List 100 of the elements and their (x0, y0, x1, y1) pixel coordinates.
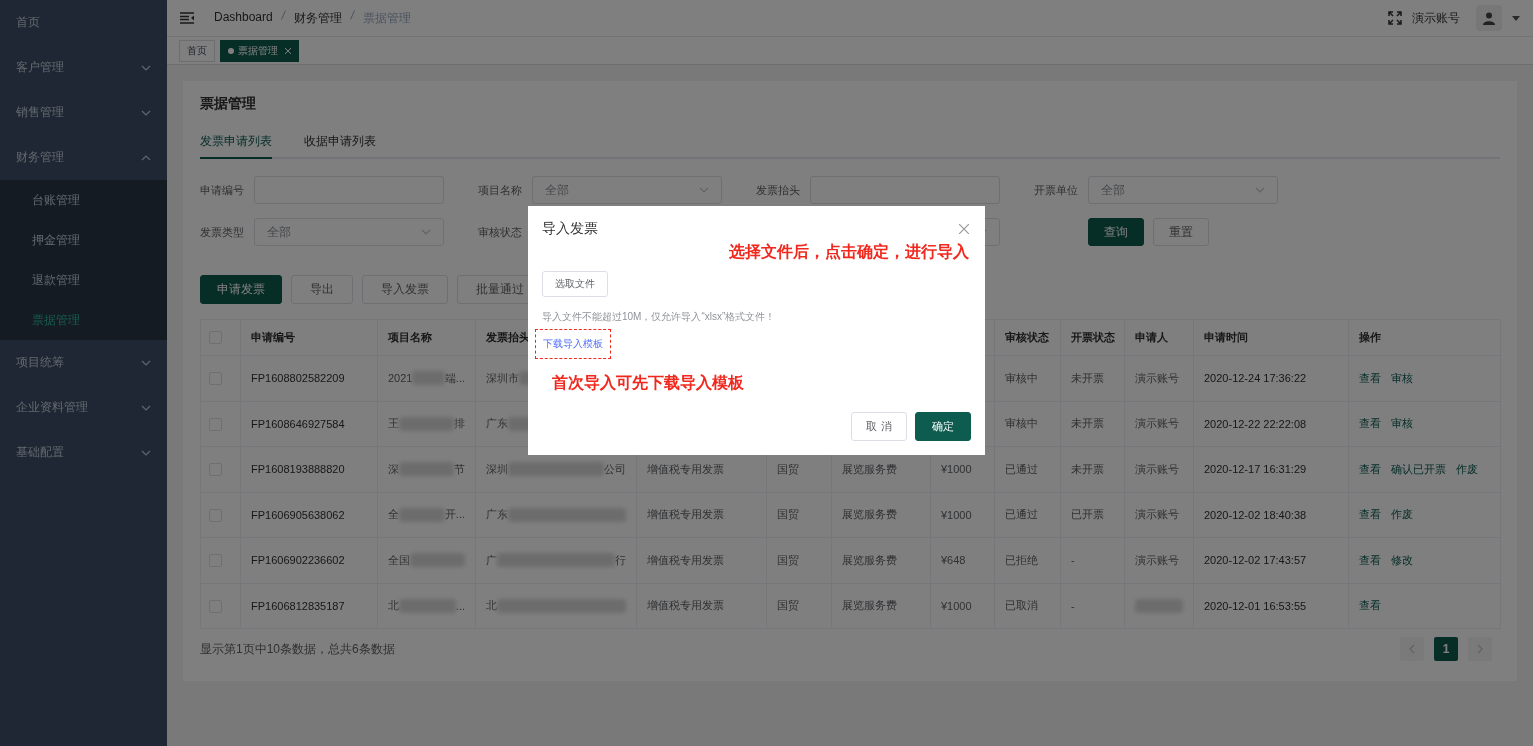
table-cell: 已取消 (1005, 599, 1038, 612)
table-cell: 2020-12-17 16:31:29 (1204, 463, 1307, 476)
filter-button[interactable]: 重置 (1153, 218, 1209, 246)
chevron-icon (421, 229, 431, 235)
table-cell: 已通过 (1005, 462, 1038, 475)
sidebar-item[interactable]: 销售管理 (0, 90, 167, 135)
download-template-link[interactable]: 下载导入模板 (535, 329, 611, 359)
row-action-link[interactable]: 查看 (1359, 507, 1381, 523)
tab[interactable]: 收据申请列表 (304, 133, 376, 159)
table-cell: 已通过 (1005, 508, 1038, 521)
avatar-icon[interactable] (1476, 5, 1502, 31)
table-cell: 国贸 (777, 553, 799, 566)
table-cell: 演示账号 (1135, 370, 1179, 386)
table-cell: 增值税专用发票 (647, 462, 724, 475)
page-tab[interactable]: 票据管理 (220, 39, 299, 62)
table-cell: 全国 (388, 552, 410, 568)
tab[interactable]: 发票申请列表 (200, 133, 272, 159)
row-action-link[interactable]: 查看 (1359, 461, 1381, 477)
previous-page-button[interactable] (1400, 637, 1424, 661)
dialog-button[interactable]: 确定 (915, 412, 971, 441)
row-action-link[interactable]: 作废 (1456, 461, 1478, 477)
table-cell: 深 (388, 461, 399, 477)
table-cell: 北 (486, 598, 497, 614)
table-cell: 增值税专用发票 (647, 508, 724, 521)
sidebar-item[interactable]: 项目统筹 (0, 340, 167, 385)
table-cell: FP1606812835187 (251, 599, 345, 612)
table-cell: 广 (486, 552, 497, 568)
table-cell: 未开票 (1071, 417, 1104, 430)
page-number-button[interactable]: 1 (1434, 637, 1458, 661)
action-button[interactable]: 导出 (291, 275, 353, 304)
caret-icon[interactable] (1512, 15, 1520, 21)
table-cell: 已开票 (1071, 508, 1104, 521)
row-action-link[interactable]: 作废 (1391, 507, 1413, 523)
upload-hint: 导入文件不能超过10M，仅允许导入“xlsx”格式文件！ (542, 310, 777, 324)
sidebar-item[interactable]: 财务管理 (0, 135, 167, 180)
table-cell: 深圳 (486, 461, 508, 477)
table-cell: 展览服务费 (842, 553, 897, 566)
row-action-link[interactable]: 审核 (1391, 370, 1413, 386)
table-cell: 增值税专用发票 (647, 599, 724, 612)
annotation-text: 首次导入可先下载导入模板 (552, 373, 745, 393)
table-cell: FP1608802582209 (251, 372, 345, 385)
choose-file-button[interactable]: 选取文件 (542, 271, 608, 297)
column-header: 开票状态 (1071, 331, 1115, 343)
page-tab[interactable]: 首页 (179, 39, 215, 62)
fullscreen-icon[interactable] (1388, 11, 1402, 25)
column-header: 申请时间 (1204, 331, 1248, 343)
table-cell: 国贸 (777, 599, 799, 612)
table-cell: 北 (388, 598, 399, 614)
sidebar-item[interactable]: 客户管理 (0, 45, 167, 90)
table-cell: 公司 (604, 461, 626, 477)
chevron-left-icon (1409, 644, 1415, 654)
table-cell: 展览服务费 (842, 462, 897, 475)
table-cell: 开... (444, 507, 465, 523)
row-action-link[interactable]: 查看 (1359, 552, 1381, 568)
filter-label: 项目名称 (478, 182, 523, 198)
filter-label: 发票抬头 (756, 182, 801, 198)
table-cell: 广东 (486, 416, 508, 432)
row-action-link[interactable]: 查看 (1359, 416, 1381, 432)
table-cell: 审核中 (1005, 417, 1038, 430)
submenu-item[interactable]: 台账管理 (0, 180, 167, 220)
table-cell: 2020-12-22 22:22:08 (1204, 417, 1307, 430)
breadcrumb-link[interactable]: Dashboard (214, 9, 273, 27)
table-cell: 国贸 (777, 462, 799, 475)
table-cell: 演示账号 (1135, 461, 1179, 477)
breadcrumb-link[interactable]: 财务管理 (293, 9, 342, 27)
filter-button[interactable]: 查询 (1088, 218, 1144, 246)
sidebar-item[interactable]: 企业资料管理 (0, 385, 167, 430)
filter-label: 审核状态 (478, 224, 523, 240)
submenu-item[interactable]: 押金管理 (0, 220, 167, 260)
submenu-item[interactable]: 退款管理 (0, 260, 167, 300)
table-cell: 2020-12-02 17:43:57 (1204, 554, 1307, 567)
table-cell: 展览服务费 (842, 508, 897, 521)
table-cell: 2021 (388, 372, 413, 385)
table-cell: 深圳市 (486, 370, 519, 386)
action-button[interactable]: 申请发票 (200, 275, 282, 304)
action-button[interactable]: 导入发票 (362, 275, 448, 304)
table-cell: ... (455, 599, 465, 612)
close-icon[interactable] (959, 224, 969, 234)
sidebar-item[interactable]: 首页 (0, 0, 167, 45)
filter-label: 发票类型 (200, 224, 245, 240)
row-action-link[interactable]: 查看 (1359, 598, 1381, 614)
column-header: 审核状态 (1005, 331, 1049, 343)
dialog-button[interactable]: 取 消 (851, 412, 907, 441)
row-action-link[interactable]: 确认已开票 (1391, 461, 1446, 477)
row-action-link[interactable]: 审核 (1391, 416, 1413, 432)
user-name[interactable]: 演示账号 (1412, 9, 1460, 27)
filter-label: 开票单位 (1034, 182, 1079, 198)
row-action-link[interactable]: 修改 (1391, 552, 1413, 568)
breadcrumb-separator-icon (349, 9, 355, 20)
table-cell: 2020-12-02 18:40:38 (1204, 508, 1307, 521)
row-action-link[interactable]: 查看 (1359, 370, 1381, 386)
table-cell: 演示账号 (1135, 552, 1179, 568)
table-cell: 广东 (486, 507, 508, 523)
menu-icon[interactable] (180, 12, 194, 24)
table-cell: 已拒绝 (1005, 553, 1038, 566)
table-cell: FP1606902236602 (251, 554, 345, 567)
table-cell: FP1606905638062 (251, 508, 345, 521)
table-cell: - (1071, 599, 1075, 612)
next-page-button[interactable] (1468, 637, 1492, 661)
table-cell: FP1608646927584 (251, 417, 345, 430)
